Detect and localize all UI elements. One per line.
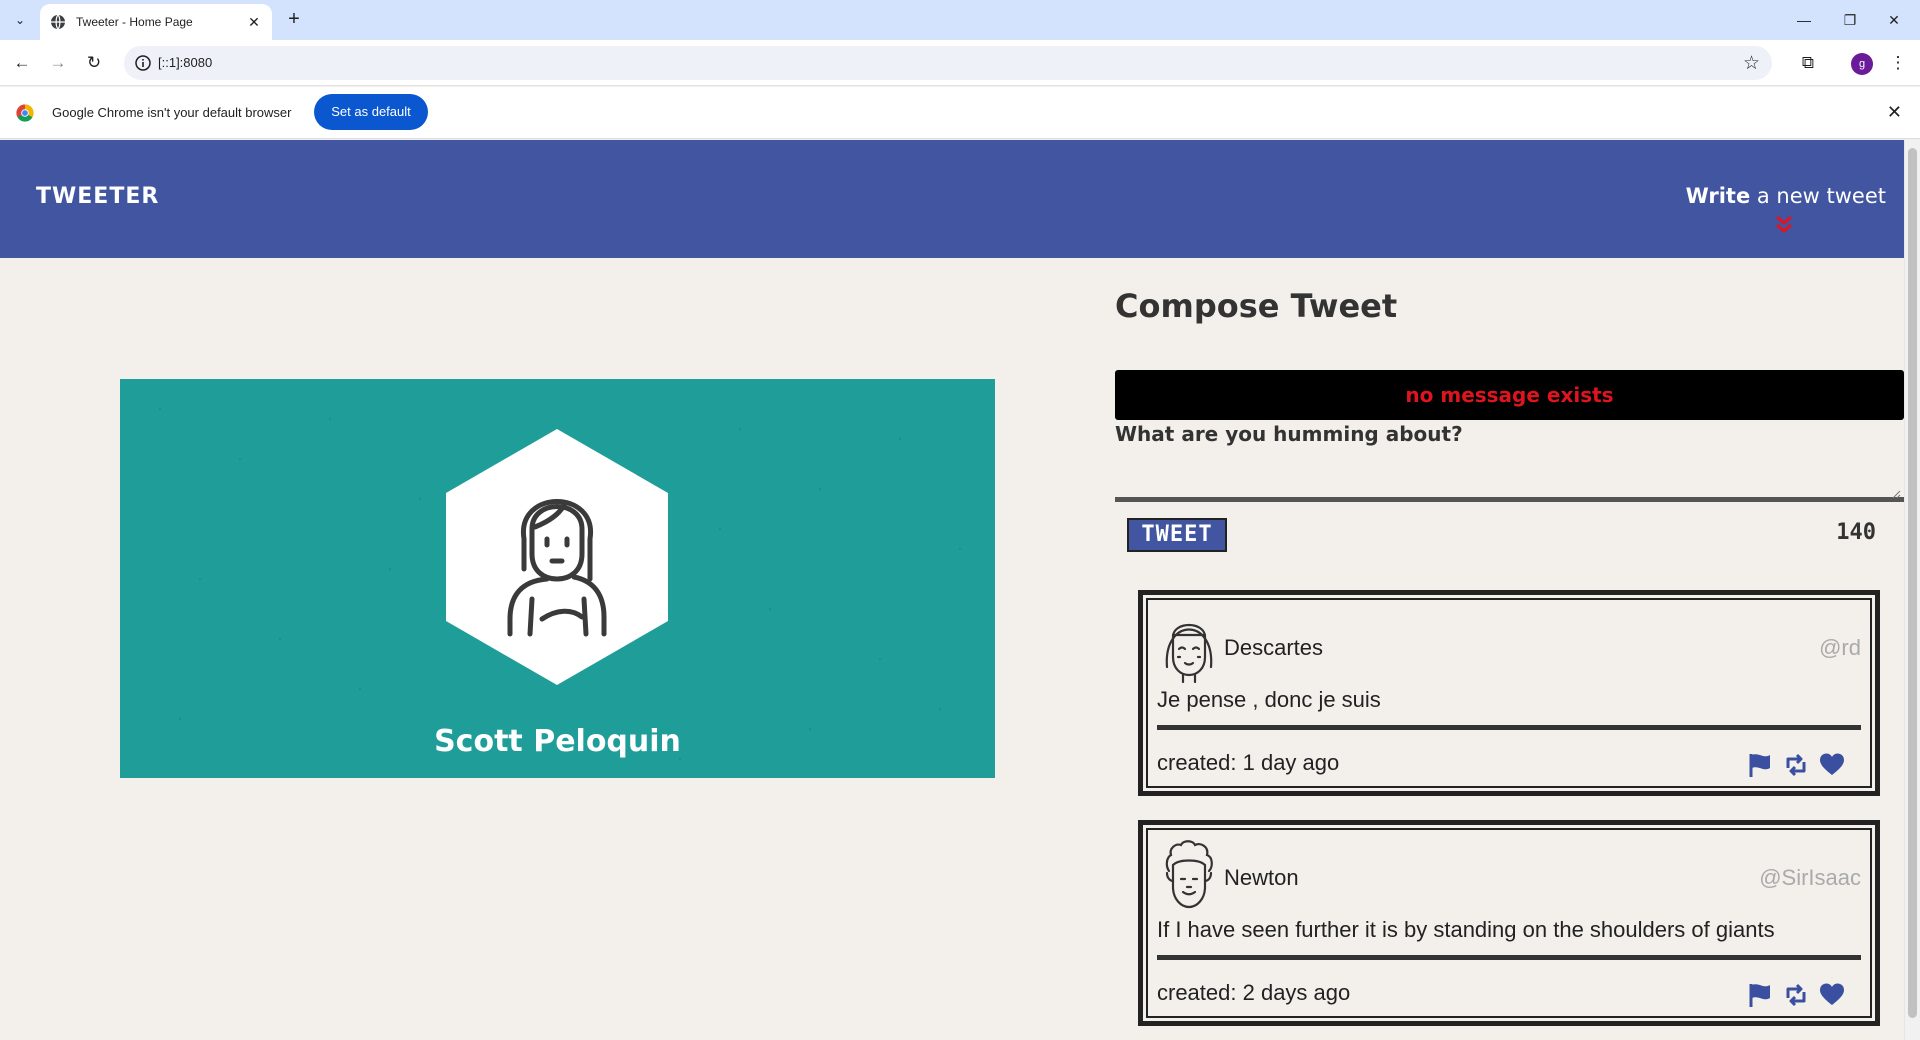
- tweet-actions: [1747, 752, 1857, 778]
- resize-grip-icon[interactable]: [1891, 489, 1901, 499]
- minimize-icon[interactable]: —: [1784, 6, 1824, 34]
- heart-icon[interactable]: [1819, 982, 1845, 1008]
- profile-card: Scott Peloquin: [120, 379, 995, 778]
- tweet-divider: [1157, 955, 1861, 960]
- back-icon[interactable]: ←: [8, 49, 36, 77]
- retweet-icon[interactable]: [1783, 982, 1809, 1008]
- char-counter: 140: [1836, 520, 1876, 545]
- default-browser-infobar: Google Chrome isn't your default browser…: [0, 87, 1920, 139]
- tab-search-chevron-icon[interactable]: ⌄: [10, 10, 30, 30]
- flag-icon[interactable]: [1747, 982, 1773, 1008]
- new-tab-icon[interactable]: +: [282, 8, 306, 32]
- user-avatar-icon: [507, 499, 607, 637]
- window-close-icon[interactable]: ✕: [1874, 6, 1914, 34]
- reload-icon[interactable]: ↻: [80, 49, 108, 77]
- girl-avatar-icon: [1165, 623, 1213, 683]
- profile-avatar[interactable]: g: [1851, 53, 1873, 75]
- browser-tab[interactable]: Tweeter - Home Page ✕: [40, 4, 272, 40]
- url-text: [::1]:8080: [158, 55, 213, 70]
- tweet-author-handle: @SirIsaac: [1759, 865, 1861, 890]
- infobar-close-icon[interactable]: ✕: [1887, 102, 1902, 123]
- heart-icon[interactable]: [1819, 752, 1845, 778]
- bookmark-star-icon[interactable]: ☆: [1743, 52, 1760, 75]
- tweet-content: Je pense , donc je suis: [1157, 687, 1381, 712]
- page-viewport: TWEETER Write a new tweet Scott Peloquin…: [0, 140, 1920, 1040]
- compose-label: What are you humming about?: [1115, 422, 1463, 446]
- tweet-actions: [1747, 982, 1857, 1008]
- globe-icon: [51, 14, 65, 30]
- curly-hair-avatar-icon: [1165, 840, 1213, 909]
- tweet-author-name: Descartes: [1224, 635, 1324, 660]
- site-navbar: TWEETER Write a new tweet: [0, 140, 1904, 258]
- error-message: no message exists: [1115, 370, 1904, 420]
- tweet-textarea[interactable]: [1115, 450, 1904, 502]
- tweet-button[interactable]: TWEET: [1127, 518, 1227, 552]
- set-default-button[interactable]: Set as default: [314, 94, 428, 130]
- more-menu-icon[interactable]: ⋮: [1884, 49, 1912, 77]
- site-brand[interactable]: TWEETER: [36, 184, 159, 209]
- page-scrollbar[interactable]: [1904, 140, 1920, 1040]
- tab-strip: ⌄ Tweeter - Home Page ✕ + — ❐ ✕: [0, 0, 1920, 40]
- tweet-author-name: Newton: [1224, 865, 1299, 890]
- site-info-icon[interactable]: [134, 54, 152, 72]
- tweet-content: If I have seen further it is by standing…: [1157, 917, 1775, 942]
- address-bar[interactable]: [::1]:8080 ☆: [124, 46, 1772, 80]
- chrome-logo-icon: [16, 104, 34, 122]
- flag-icon[interactable]: [1747, 752, 1773, 778]
- compose-title: Compose Tweet: [1115, 287, 1398, 325]
- write-bold-text: Write: [1685, 184, 1751, 208]
- tab-title: Tweeter - Home Page: [76, 15, 193, 29]
- double-chevron-down-icon[interactable]: [1774, 214, 1794, 236]
- write-tweet-label: Write a new tweet: [1686, 184, 1886, 208]
- write-rest-text: a new tweet: [1750, 184, 1886, 208]
- tweet-created: created: 1 day ago: [1157, 750, 1340, 775]
- write-tweet-toggle[interactable]: Write a new tweet: [1686, 184, 1886, 233]
- restore-icon[interactable]: ❐: [1830, 6, 1870, 34]
- tweet-divider: [1157, 725, 1861, 730]
- tweet-author-handle: @rd: [1819, 635, 1861, 660]
- profile-name: Scott Peloquin: [434, 724, 681, 759]
- tweet-created: created: 2 days ago: [1157, 980, 1351, 1005]
- tweet-card: Newton @SirIsaac If I have seen further …: [1138, 820, 1880, 1026]
- infobar-message: Google Chrome isn't your default browser: [52, 105, 292, 120]
- retweet-icon[interactable]: [1783, 752, 1809, 778]
- browser-toolbar: ← → ↻ [::1]:8080 ☆ ⧉ ⋮: [0, 40, 1920, 86]
- scrollbar-thumb[interactable]: [1908, 148, 1917, 1018]
- tweet-card: Descartes @rd Je pense , donc je suis cr…: [1138, 590, 1880, 796]
- forward-icon[interactable]: →: [44, 49, 72, 77]
- extensions-icon[interactable]: ⧉: [1794, 49, 1822, 77]
- tab-close-icon[interactable]: ✕: [246, 14, 262, 31]
